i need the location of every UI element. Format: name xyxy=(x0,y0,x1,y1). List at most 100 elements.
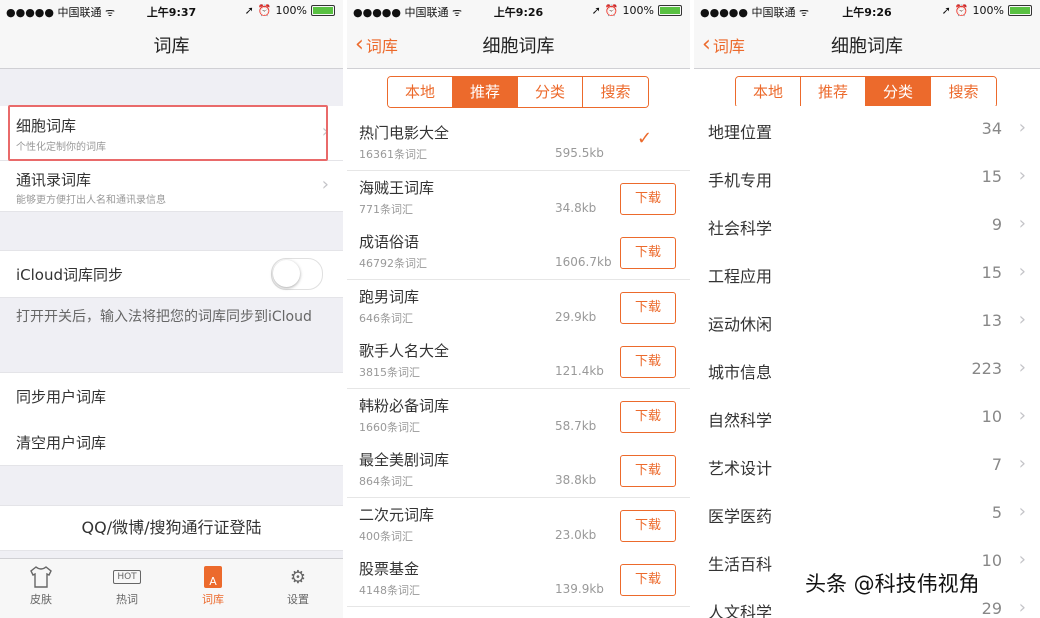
category-count: 13 xyxy=(981,311,1002,330)
download-button[interactable]: 下载 xyxy=(620,182,676,215)
segment-tab[interactable]: 推荐 xyxy=(453,77,518,107)
dictionary-name: 成语俗语 xyxy=(359,233,420,251)
word-count: 46792条词汇 xyxy=(359,257,427,270)
download-button[interactable]: 下载 xyxy=(620,291,676,324)
cell-title: 同步用户词库 xyxy=(16,388,107,406)
chevron-right-icon: › xyxy=(1018,165,1026,186)
status-bar: ●●●●● 中国联通 ᯤ 上午9:37 ➚ ⏰ 100% xyxy=(0,0,343,22)
category-count: 10 xyxy=(981,407,1002,426)
file-size: 1606.7kb xyxy=(555,255,612,269)
page-title: 词库 xyxy=(153,36,190,57)
category-row[interactable]: 自然科学 10 › xyxy=(694,394,1040,443)
word-count: 646条词汇 xyxy=(359,311,413,325)
download-button[interactable]: 下载 xyxy=(620,237,676,269)
cell-sync-user-dictionary[interactable]: 同步用户词库 xyxy=(0,372,343,420)
toggle-knob xyxy=(273,260,300,287)
segment-tab[interactable]: 推荐 xyxy=(801,77,866,107)
segmented-control: 本地 推荐 分类 搜索 xyxy=(735,76,997,108)
category-count: 9 xyxy=(991,215,1002,234)
cell-clear-user-dictionary[interactable]: 清空用户词库 xyxy=(0,419,343,466)
category-count: 223 xyxy=(971,359,1002,378)
word-count: 16361条词汇 xyxy=(359,148,427,161)
chevron-right-icon: › xyxy=(1018,117,1026,138)
category-row[interactable]: 手机专用 15 › xyxy=(694,154,1040,203)
status-right: ➚ ⏰ 100% xyxy=(942,4,1032,17)
category-name: 人文科学 xyxy=(708,603,773,618)
segment-tab[interactable]: 本地 xyxy=(736,77,801,107)
chevron-right-icon: › xyxy=(1018,261,1026,282)
tab-hot-words[interactable]: HOT 热词 xyxy=(97,563,157,607)
word-count: 4148条词汇 xyxy=(359,584,420,597)
category-name: 生活百科 xyxy=(708,555,773,574)
word-count: 1660条词汇 xyxy=(359,420,420,434)
list-item: 跑男词库 646条词汇 29.9kb 下载 xyxy=(347,279,690,335)
page-title: 细胞词库 xyxy=(482,36,555,57)
chevron-right-icon: › xyxy=(1018,405,1026,426)
status-bar: ●●●●● 中国联通 ᯤ 上午9:26 ➚ ⏰ 100% xyxy=(694,0,1040,22)
chevron-right-icon: › xyxy=(1018,309,1026,330)
tab-settings[interactable]: ⚙ 设置 xyxy=(268,563,328,607)
category-row[interactable]: 社会科学 9 › xyxy=(694,202,1040,251)
category-row[interactable]: 工程应用 15 › xyxy=(694,250,1040,299)
icloud-sync-toggle[interactable] xyxy=(271,258,323,290)
segmented-control: 本地 推荐 分类 搜索 xyxy=(387,76,649,108)
dictionary-name: 跑男词库 xyxy=(359,287,420,306)
segment-tab[interactable]: 分类 xyxy=(866,77,931,107)
tab-dictionary[interactable]: A 词库 xyxy=(183,563,243,607)
nav-bar: 词库 xyxy=(0,22,343,69)
dictionary-name: 歌手人名大全 xyxy=(359,342,450,360)
category-name: 社会科学 xyxy=(708,219,773,238)
category-row[interactable]: 运动休闲 13 › xyxy=(694,298,1040,347)
tshirt-icon xyxy=(11,563,71,591)
word-count: 864条词汇 xyxy=(359,475,413,488)
file-size: 139.9kb xyxy=(555,582,604,596)
category-count: 15 xyxy=(981,167,1002,186)
cell-title: 清空用户词库 xyxy=(16,434,107,452)
category-count: 34 xyxy=(981,119,1002,138)
battery-icon xyxy=(658,5,682,16)
screen-recommended-dictionaries: ●●●●● 中国联通 ᯤ 上午9:26 ➚ ⏰ 100% ‹ 词库 细胞词库 本… xyxy=(347,0,690,618)
category-count: 7 xyxy=(991,455,1002,474)
download-button[interactable]: 下载 xyxy=(620,455,676,487)
screen-dictionary-settings: ●●●●● 中国联通 ᯤ 上午9:37 ➚ ⏰ 100% 词库 细胞词库 个性化… xyxy=(0,0,343,618)
dictionary-name: 热门电影大全 xyxy=(359,124,450,142)
status-bar: ●●●●● 中国联通 ᯤ 上午9:26 ➚ ⏰ 100% xyxy=(347,0,690,22)
category-name: 手机专用 xyxy=(708,171,773,190)
category-count: 29 xyxy=(981,599,1002,618)
dictionary-name: 二次元词库 xyxy=(359,505,435,524)
category-row[interactable]: 城市信息 223 › xyxy=(694,346,1040,395)
location-icon: ➚ xyxy=(244,4,254,17)
highlight-box xyxy=(8,105,328,161)
tab-skin[interactable]: 皮肤 xyxy=(11,563,71,607)
location-icon: ➚ xyxy=(941,4,951,17)
battery-percent: 100% xyxy=(622,4,654,17)
category-row[interactable]: 医学医药 5 › xyxy=(694,490,1040,539)
chevron-right-icon: › xyxy=(1018,453,1026,474)
segment-tab[interactable]: 本地 xyxy=(388,77,453,107)
list-item: 最全美剧词库 864条词汇 38.8kb 下载 xyxy=(347,443,690,498)
download-button[interactable]: 下载 xyxy=(620,564,676,596)
icloud-note: 打开开关后，输入法将把您的词库同步到iCloud xyxy=(16,309,312,325)
alarm-icon: ⏰ xyxy=(604,4,619,17)
dictionary-name: 最全美剧词库 xyxy=(359,451,450,469)
category-row[interactable]: 艺术设计 7 › xyxy=(694,442,1040,491)
login-button[interactable]: QQ/微博/搜狗通行证登陆 xyxy=(0,505,343,551)
tab-label: 热词 xyxy=(116,593,138,606)
category-name: 运动休闲 xyxy=(708,315,773,334)
segment-tab[interactable]: 分类 xyxy=(518,77,583,107)
status-right: ➚ ⏰ 100% xyxy=(245,4,335,17)
battery-icon xyxy=(1008,5,1032,16)
download-button[interactable]: 下载 xyxy=(620,400,676,433)
download-button[interactable]: 下载 xyxy=(620,509,676,542)
download-button[interactable]: 下载 xyxy=(620,346,676,378)
segment-tab[interactable]: 搜索 xyxy=(931,77,996,107)
gear-icon: ⚙ xyxy=(289,566,307,588)
page-title: 细胞词库 xyxy=(831,36,903,57)
category-name: 地理位置 xyxy=(708,123,773,142)
cell-contacts-dictionary[interactable]: 通讯录词库 能够更方便打出人名和通讯录信息 › xyxy=(0,161,343,212)
list-item: 二次元词库 400条词汇 23.0kb 下载 xyxy=(347,497,690,553)
category-row[interactable]: 地理位置 34 › xyxy=(694,106,1040,155)
file-size: 34.8kb xyxy=(555,200,597,215)
segment-tab[interactable]: 搜索 xyxy=(583,77,648,107)
word-count: 3815条词汇 xyxy=(359,366,420,379)
